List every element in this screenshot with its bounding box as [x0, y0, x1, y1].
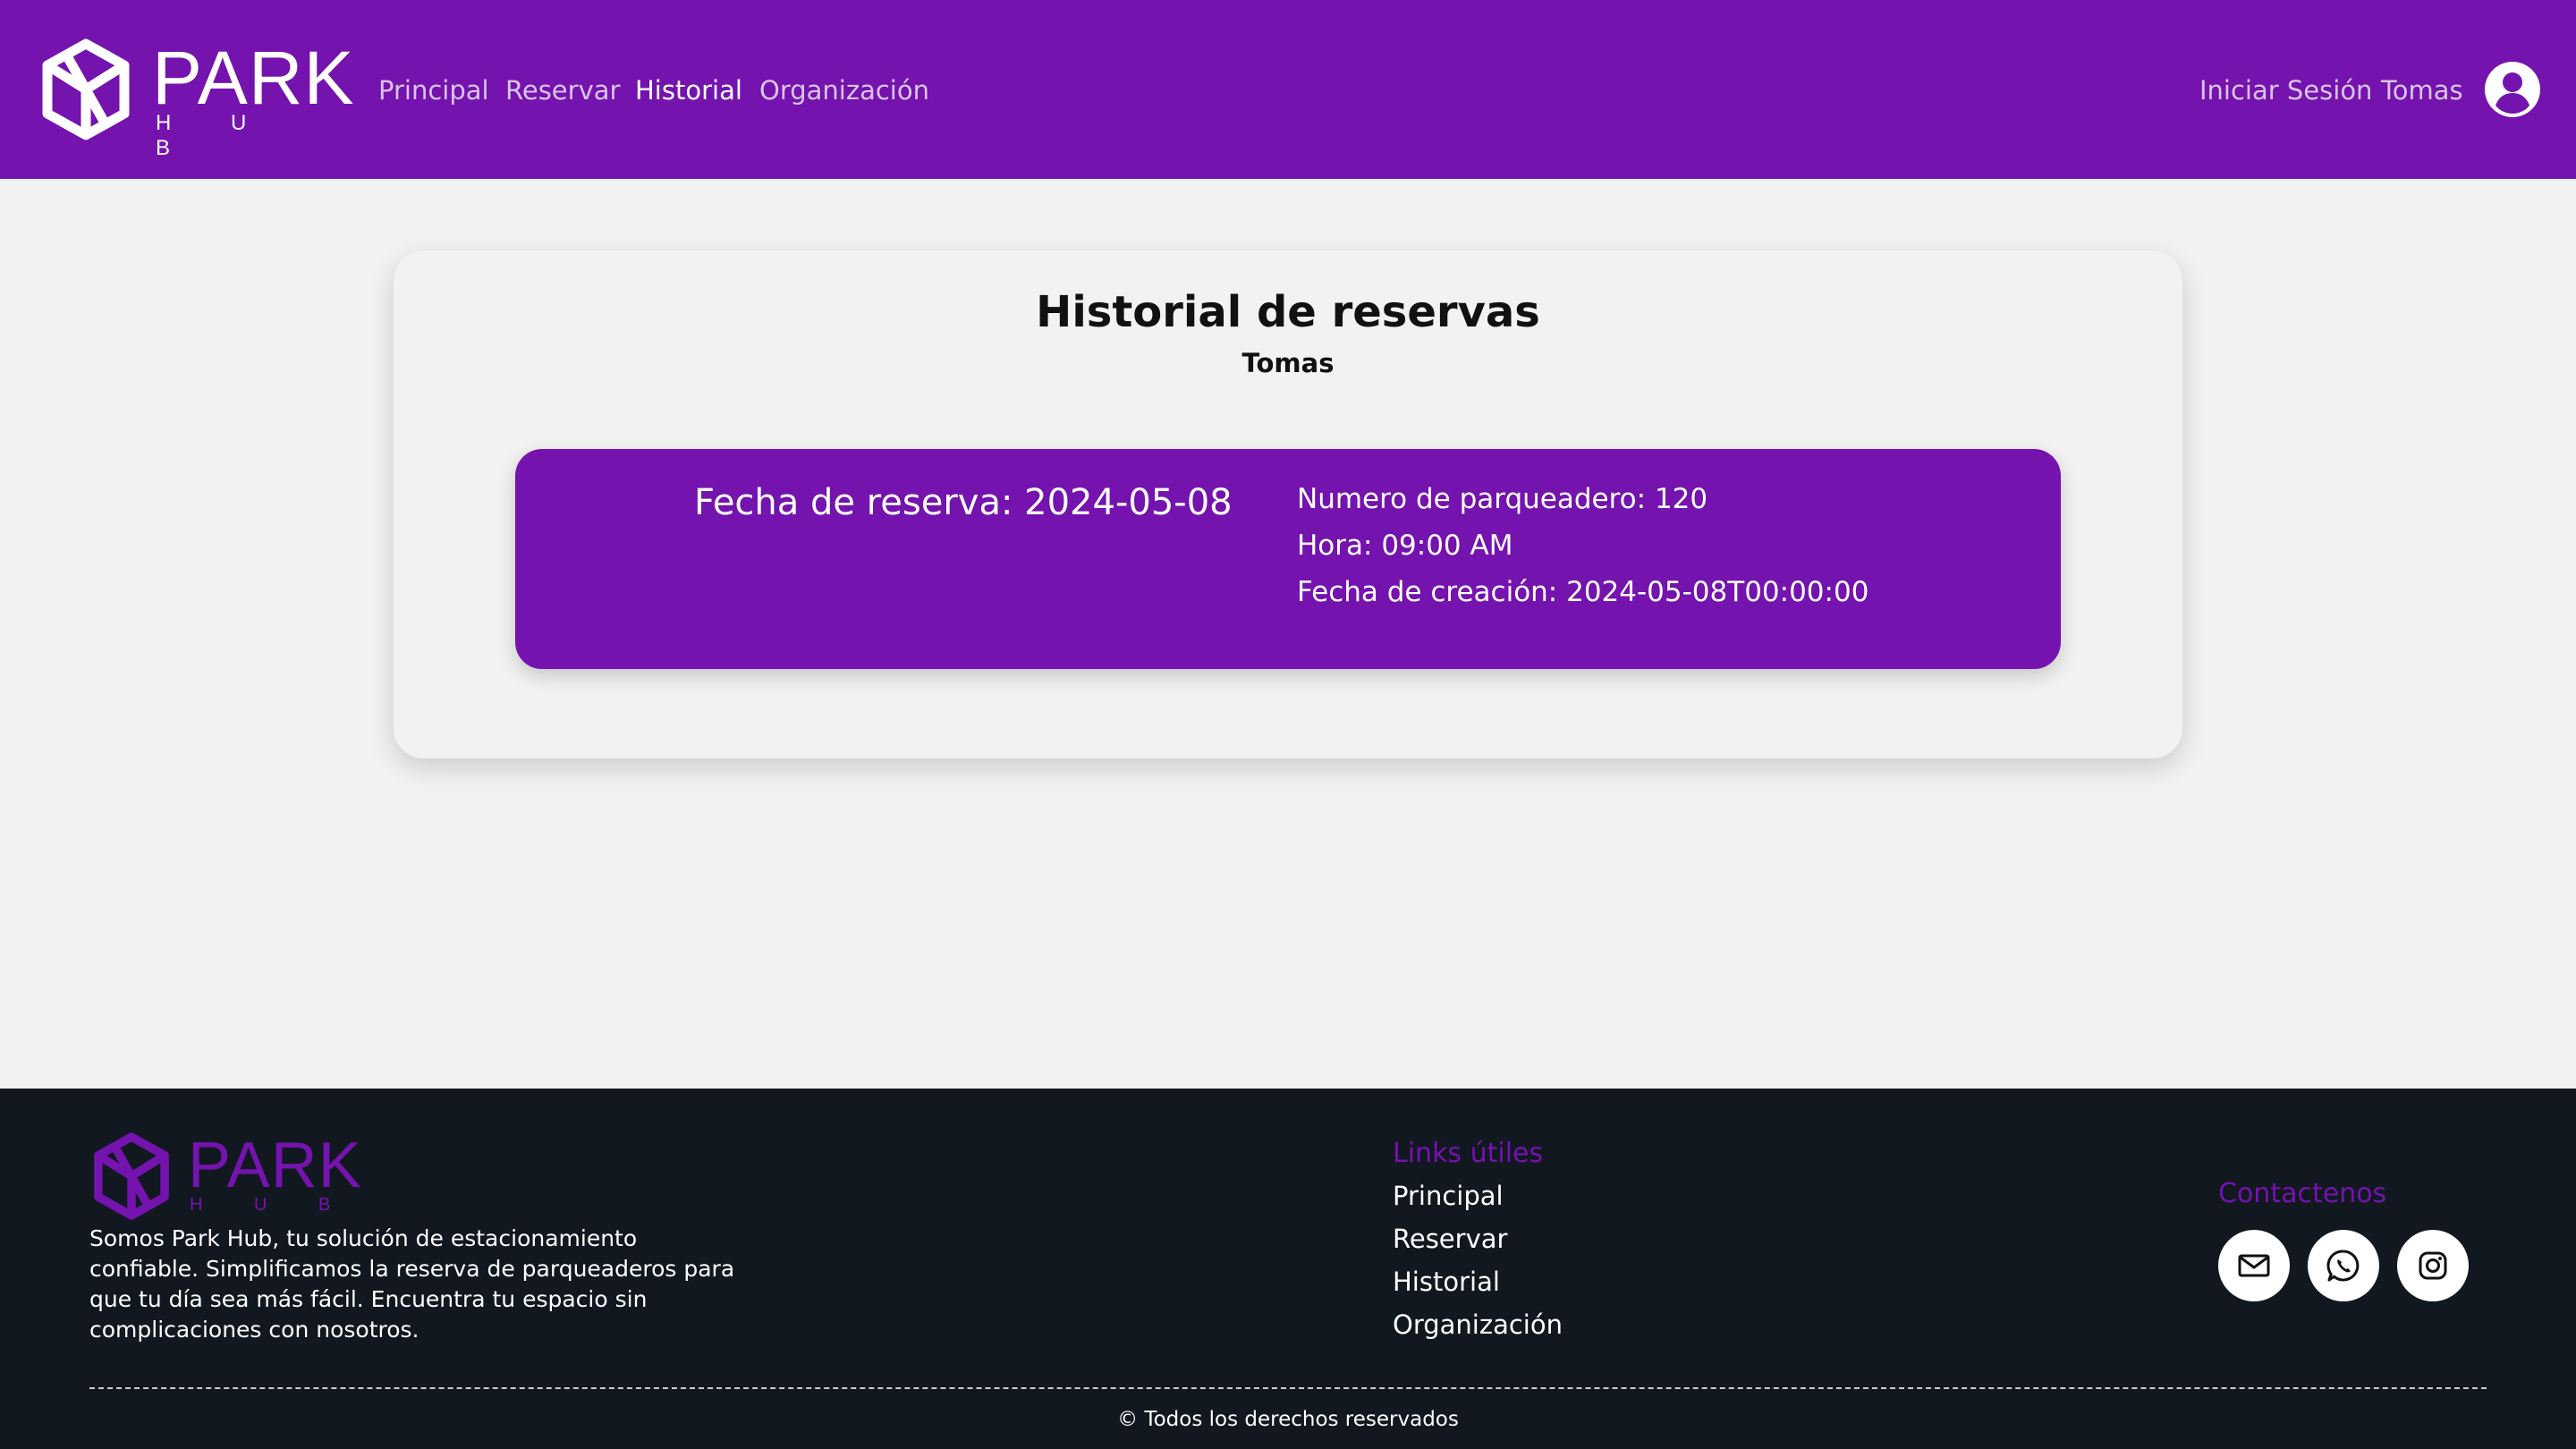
- instagram-button[interactable]: [2397, 1230, 2469, 1301]
- mail-icon: [2238, 1254, 2270, 1277]
- nav-organizacion[interactable]: Organización: [759, 70, 929, 111]
- reservation-time: Hora: 09:00 AM: [1297, 530, 1513, 562]
- whatsapp-button[interactable]: [2308, 1230, 2379, 1301]
- footer-logo: PARK H U B: [91, 1131, 377, 1221]
- footer-divider: [89, 1387, 2487, 1389]
- nav-historial[interactable]: Historial: [635, 70, 742, 111]
- creation-date: Fecha de creación: 2024-05-08T00:00:00: [1297, 576, 1869, 608]
- footer-link-historial[interactable]: Historial: [1393, 1260, 1563, 1303]
- about-text: Somos Park Hub, tu solución de estaciona…: [89, 1225, 735, 1343]
- reservation-date: Fecha de reserva: 2024-05-08: [694, 482, 1233, 523]
- login-link[interactable]: Iniciar Sesión: [2199, 70, 2372, 111]
- reservation-card[interactable]: Fecha de reserva: 2024-05-08 Numero de p…: [515, 449, 2061, 669]
- user-subtitle: Tomas: [1241, 348, 1335, 378]
- park-hub-logo-icon: [42, 38, 130, 140]
- page-title: Historial de reservas: [1036, 287, 1540, 337]
- nav-reservar[interactable]: Reservar: [505, 70, 620, 111]
- footer-link-principal[interactable]: Principal: [1393, 1174, 1563, 1217]
- history-card: Historial de reservas Tomas Fecha de res…: [394, 250, 2182, 758]
- useful-links: Links útiles Principal Reservar Historia…: [1393, 1133, 1563, 1346]
- useful-links-title: Links útiles: [1393, 1138, 1544, 1169]
- user-name-link[interactable]: Tomas: [2381, 70, 2463, 111]
- parking-number: Numero de parqueadero: 120: [1297, 483, 1708, 515]
- footer-logo-park-text: PARK: [188, 1130, 362, 1201]
- footer-logo-hub-text: H U B: [190, 1195, 354, 1215]
- contact-title: Contactenos: [2218, 1178, 2387, 1209]
- footer-logo-icon: [94, 1132, 169, 1220]
- mail-button[interactable]: [2218, 1230, 2290, 1301]
- logo-park-text: PARK: [152, 36, 355, 120]
- top-navbar: PARK H U B Principal Reservar Historial …: [0, 0, 2576, 179]
- whatsapp-icon: [2326, 1250, 2360, 1282]
- account-circle-icon[interactable]: [2485, 62, 2540, 117]
- instagram-icon: [2419, 1251, 2447, 1280]
- reservation-details: Numero de parqueadero: 120 Hora: 09:00 A…: [1297, 476, 1868, 615]
- footer-link-reservar[interactable]: Reservar: [1393, 1217, 1563, 1260]
- footer-link-organizacion[interactable]: Organización: [1393, 1303, 1563, 1346]
- footer: PARK H U B Somos Park Hub, tu solución d…: [0, 1089, 2576, 1449]
- nav-principal[interactable]: Principal: [378, 70, 489, 111]
- contact-section: Contactenos: [2218, 1174, 2386, 1215]
- logo-hub-text: H U B: [156, 111, 274, 160]
- park-hub-logo[interactable]: PARK H U B: [39, 38, 354, 160]
- copyright-text: © Todos los derechos reservados: [1117, 1408, 1459, 1431]
